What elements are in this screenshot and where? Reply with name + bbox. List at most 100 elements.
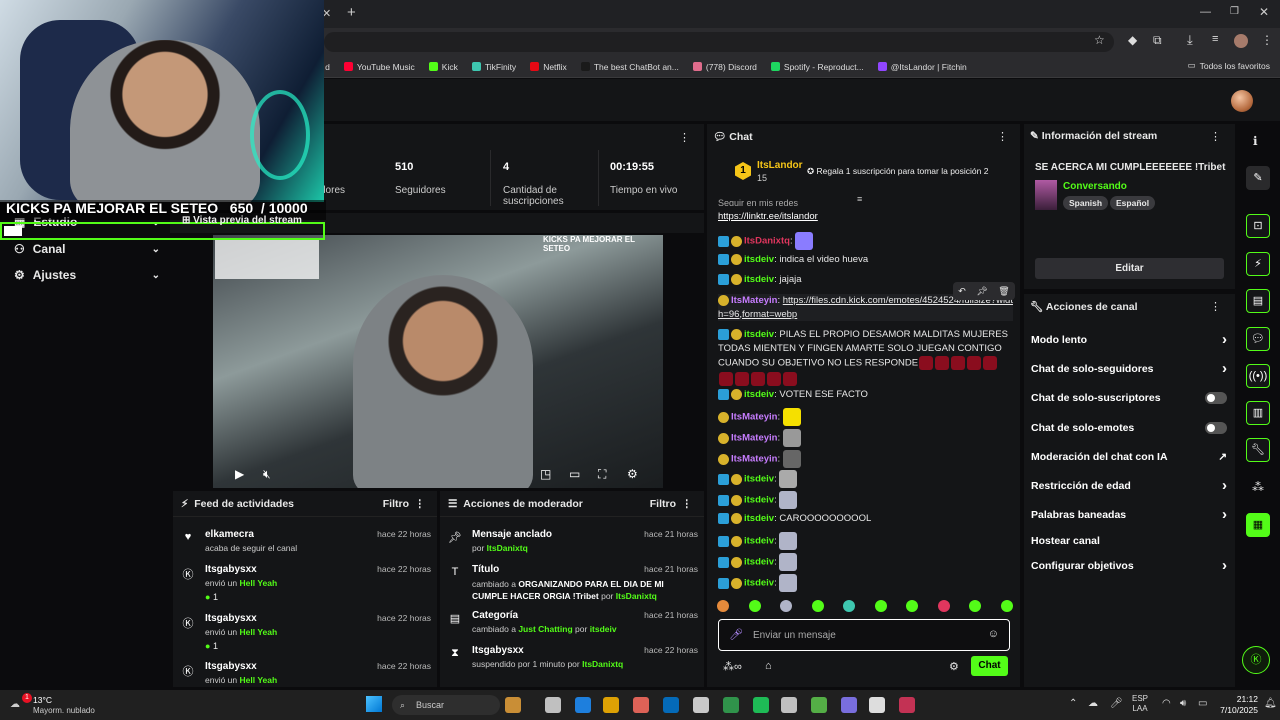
bookmark-item[interactable]: Spotify - Reproduct...: [770, 62, 864, 72]
bookmark-item[interactable]: YouTube Music: [343, 62, 415, 72]
stream-video[interactable]: KICKS PA MEJORAR EL SETEO: [213, 235, 663, 488]
rail-tool-7[interactable]: 🔧︎: [1246, 438, 1270, 462]
activity-menu-icon[interactable]: ⋮: [415, 498, 426, 510]
taskbar-app-icon[interactable]: [575, 697, 591, 713]
bookmark-item[interactable]: Kick: [428, 62, 458, 72]
bookmark-item[interactable]: (778) Discord: [692, 62, 757, 72]
actions-menu-icon[interactable]: ⋮: [1210, 300, 1221, 313]
tray-wifi-icon[interactable]: ◠: [1162, 698, 1171, 709]
taskbar-app-icon[interactable]: [781, 697, 797, 713]
chat-message[interactable]: itsdeiv:: [718, 470, 1008, 488]
reply-icon[interactable]: ↶: [958, 286, 966, 297]
chat-message[interactable]: ItsDanixtq:: [718, 232, 1008, 250]
info-menu-icon[interactable]: ⋮: [1210, 130, 1221, 143]
user-avatar[interactable]: [1231, 90, 1253, 112]
chat-settings-icon[interactable]: ⚙: [949, 660, 959, 673]
quick-emote[interactable]: [748, 600, 761, 612]
mod-action-user[interactable]: ItsDanixtq: [487, 543, 528, 553]
channel-action-item[interactable]: Configurar objetivos ›: [1031, 557, 1227, 574]
toggle-switch[interactable]: [1205, 422, 1227, 434]
taskbar-search[interactable]: ⌕ Buscar: [392, 695, 500, 715]
delete-icon[interactable]: 🗑︎: [998, 286, 1009, 297]
taskbar-app-icon[interactable]: [603, 697, 619, 713]
channel-action-item[interactable]: Palabras baneadas ›: [1031, 506, 1227, 523]
taskbar-app-icon[interactable]: [633, 697, 649, 713]
all-favorites[interactable]: ▭ Todos los favoritos: [1188, 60, 1270, 71]
rail-tool-2[interactable]: ⚡︎: [1246, 252, 1270, 276]
quick-emote[interactable]: [811, 600, 824, 612]
tray-cloud-icon[interactable]: ☁: [1088, 698, 1098, 709]
quick-emote[interactable]: [1000, 600, 1013, 612]
mod-filter-button[interactable]: Filtro: [650, 498, 676, 510]
chat-username[interactable]: itsdeiv: [744, 513, 774, 524]
chat-username[interactable]: ItsMateyin: [731, 454, 777, 465]
microphone-icon[interactable]: 🎤︎: [729, 628, 743, 641]
rail-tool-4[interactable]: 💬︎: [1246, 327, 1270, 351]
chat-username[interactable]: itsdeiv: [744, 495, 774, 506]
info-icon[interactable]: ℹ: [1253, 134, 1258, 148]
chat-username[interactable]: ItsMateyin: [731, 295, 777, 306]
taskbar-app-icon[interactable]: [841, 697, 857, 713]
quick-emote[interactable]: [906, 600, 919, 612]
rail-tool-5[interactable]: ((•)): [1246, 364, 1270, 388]
mute-icon[interactable]: 🔇︎: [263, 467, 271, 482]
media-control-icon[interactable]: ≡: [1212, 33, 1218, 45]
pip-icon[interactable]: ◳: [540, 467, 551, 481]
gift-sub-text[interactable]: ✪ Regala 1 suscripción para tomar la pos…: [807, 166, 988, 177]
mod-action-user[interactable]: ItsDanixtq: [582, 659, 623, 669]
chat-username[interactable]: itsdeiv: [744, 536, 774, 547]
bookmark-item[interactable]: @ItsLandor | Fitchin: [877, 62, 967, 72]
quick-emote[interactable]: [780, 600, 793, 612]
channel-action-item[interactable]: Chat de solo-suscriptores: [1031, 392, 1227, 404]
bookmark-item[interactable]: The best ChatBot an...: [580, 62, 679, 72]
language-indicator[interactable]: ESP LAA: [1132, 694, 1148, 714]
edit-info-button[interactable]: ✎: [1246, 166, 1270, 190]
extension-icon[interactable]: ◆: [1128, 33, 1137, 47]
notification-bell-icon[interactable]: 🔔︎: [1264, 698, 1277, 709]
chat-username[interactable]: ItsMateyin: [731, 412, 777, 423]
quick-emote[interactable]: [874, 600, 887, 612]
stats-menu-icon[interactable]: ⋮: [679, 131, 690, 144]
chat-message[interactable]: ItsMateyin:: [718, 450, 1008, 468]
taskbar-app-icon[interactable]: [869, 697, 885, 713]
tray-mic-icon[interactable]: 🎤︎: [1110, 698, 1123, 709]
chat-input-box[interactable]: 🎤︎ Enviar un mensaje ☺: [718, 619, 1010, 651]
tray-volume-icon[interactable]: 🔊︎: [1180, 698, 1186, 709]
chat-message[interactable]: itsdeiv:: [718, 574, 1008, 592]
rail-tool-8[interactable]: ⁂: [1252, 480, 1264, 494]
store-icon[interactable]: ⌂: [765, 660, 772, 672]
settings-gear-icon[interactable]: ⚙: [627, 467, 638, 481]
tag[interactable]: Español: [1110, 196, 1156, 210]
taskbar-app-icon[interactable]: [899, 697, 915, 713]
activity-user[interactable]: Itsgabysxx: [205, 661, 257, 672]
taskbar-app-icon[interactable]: [545, 697, 561, 713]
quick-emote[interactable]: [937, 600, 950, 612]
taskbar-app-icon[interactable]: [811, 697, 827, 713]
chat-input-field[interactable]: Enviar un mensaje: [753, 630, 836, 641]
chat-username[interactable]: itsdeiv: [744, 389, 774, 400]
channel-action-item[interactable]: Chat de solo-seguidores ›: [1031, 360, 1227, 377]
category-thumbnail[interactable]: [1035, 180, 1057, 210]
chat-username[interactable]: itsdeiv: [744, 329, 774, 340]
chat-username[interactable]: itsdeiv: [744, 578, 774, 589]
activity-filter-button[interactable]: Filtro: [383, 498, 409, 510]
chat-message[interactable]: itsdeiv:: [718, 532, 1008, 550]
activity-user[interactable]: Itsgabysxx: [205, 613, 257, 624]
browser-menu-icon[interactable]: ⋮: [1261, 33, 1273, 47]
mod-action-user[interactable]: ItsDanixtq: [616, 591, 657, 601]
chat-username[interactable]: ItsDanixtq: [744, 236, 790, 247]
chat-username[interactable]: itsdeiv: [744, 254, 774, 265]
pin-icon[interactable]: 📌︎: [976, 286, 987, 297]
channel-action-item[interactable]: Hostear canal: [1031, 535, 1227, 547]
channel-action-item[interactable]: Restricción de edad ›: [1031, 477, 1227, 494]
chat-link[interactable]: https://linktr.ee/itslandor: [718, 211, 818, 222]
theater-icon[interactable]: ▭: [569, 467, 580, 481]
taskbar-app-icon[interactable]: [693, 697, 709, 713]
clock[interactable]: 21:12 7/10/2025: [1218, 694, 1258, 716]
minimize-button[interactable]: —: [1200, 6, 1211, 18]
quick-emote[interactable]: [843, 600, 856, 612]
chat-message[interactable]: itsdeiv: indica el video hueva: [718, 253, 1008, 267]
top-user[interactable]: ItsLandor: [757, 160, 803, 171]
nav-canal[interactable]: ⚇ Canal ⌄: [14, 242, 160, 256]
chat-message[interactable]: ItsMateyin:: [718, 408, 1008, 426]
